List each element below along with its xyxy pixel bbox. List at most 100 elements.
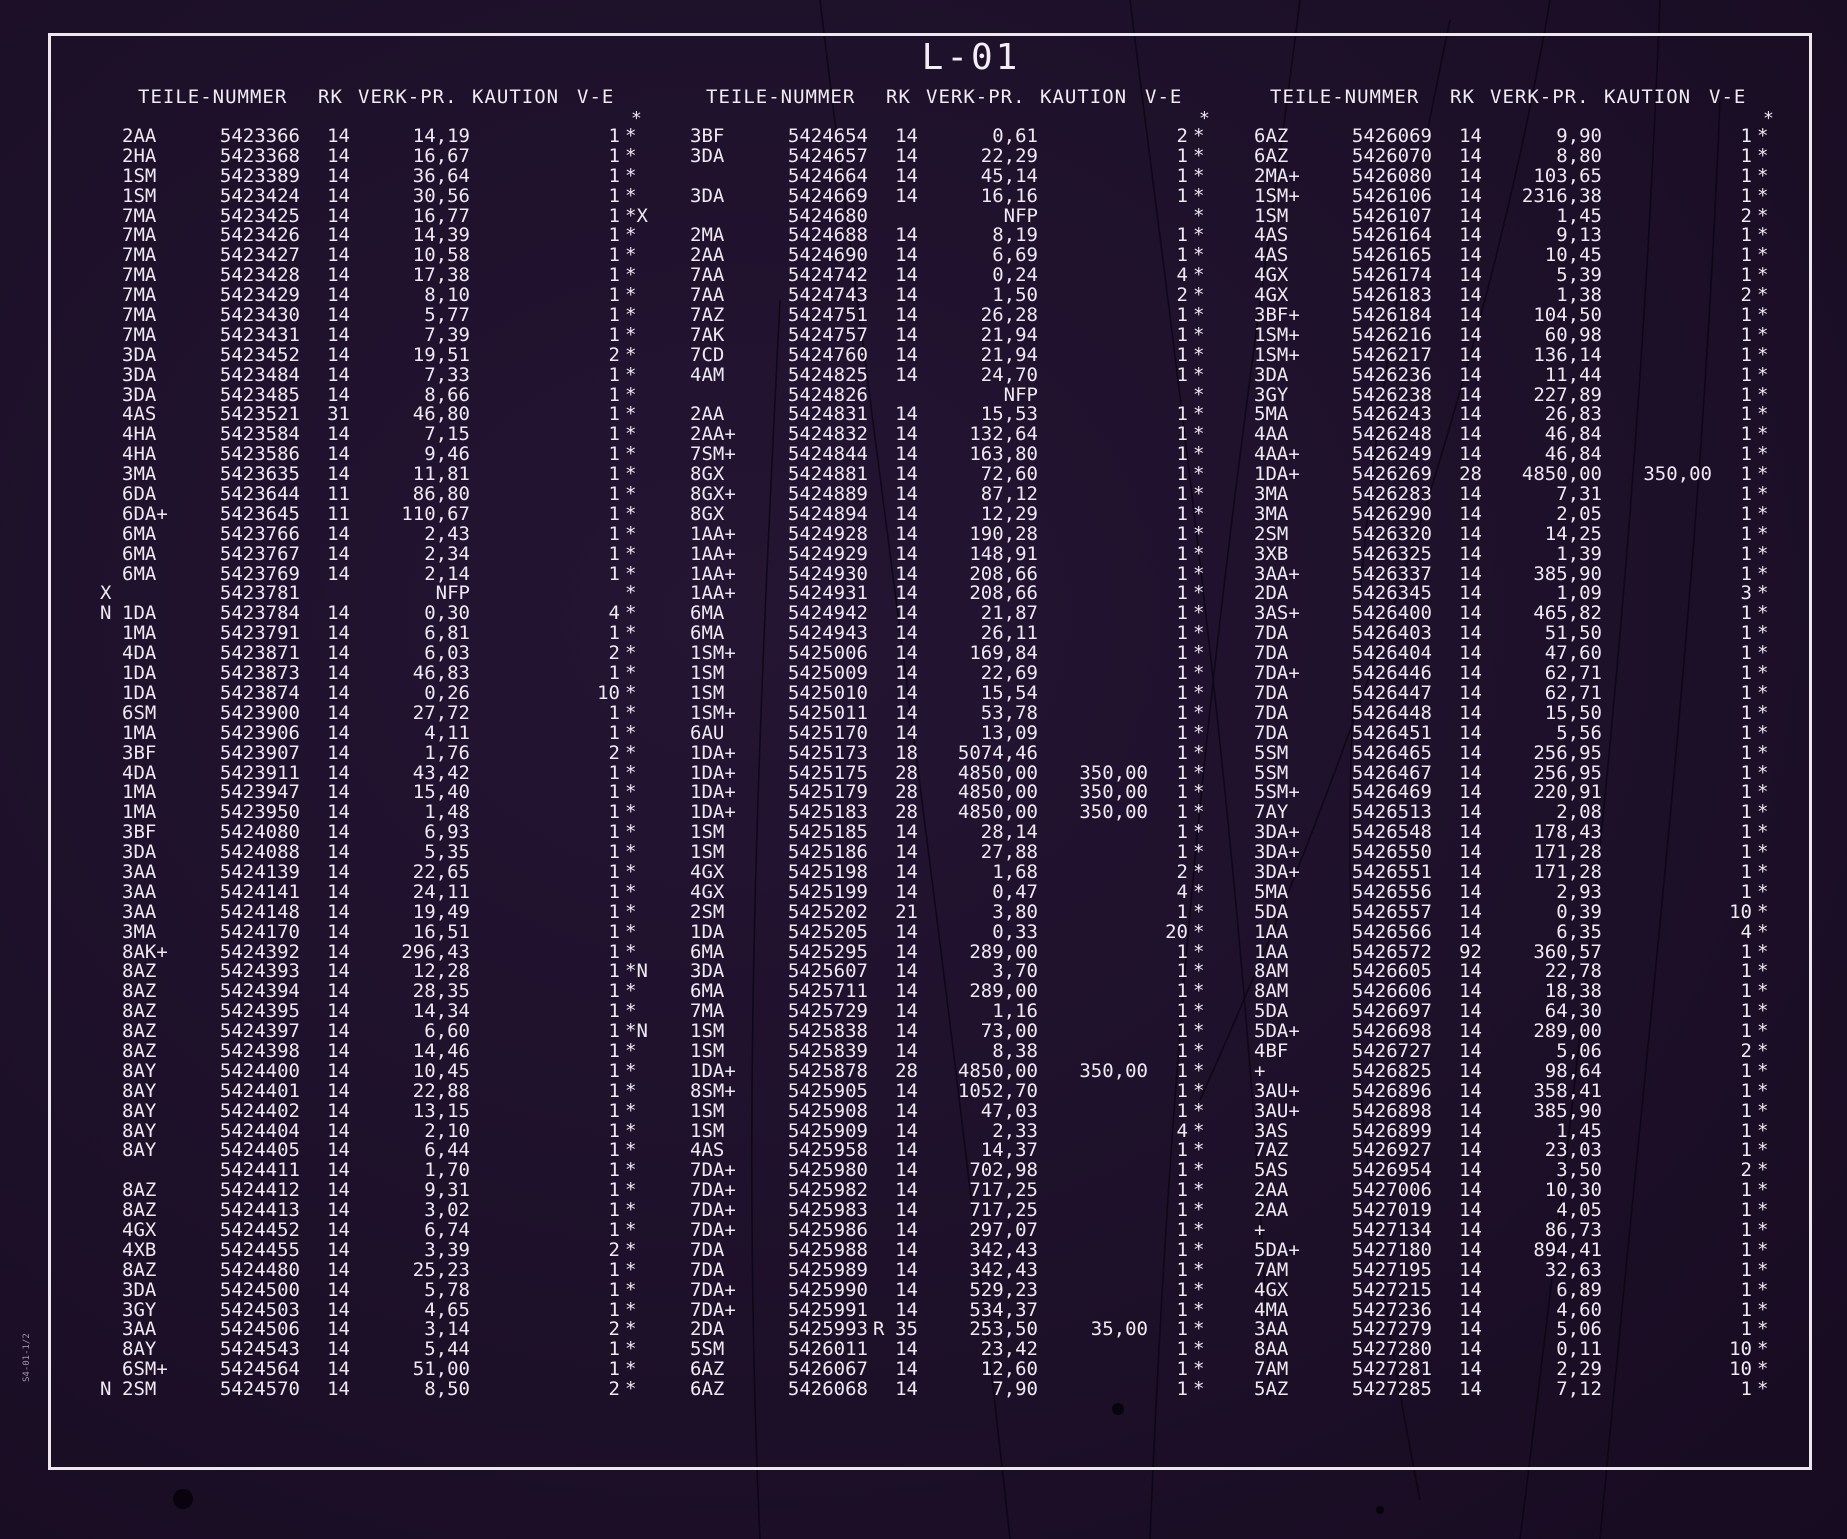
model-code: 3DA <box>122 383 157 406</box>
ve-quantity: 1 <box>1740 880 1752 903</box>
rk-value: 14 <box>1459 1099 1482 1122</box>
ve-quantity: 1 <box>1740 1298 1752 1321</box>
part-number: 5425295 <box>787 940 868 963</box>
sale-price: 4,65 <box>424 1298 470 1321</box>
rk-value: 14 <box>327 940 350 963</box>
model-code: 1DA <box>122 602 157 625</box>
star-marker: * <box>1193 264 1205 287</box>
model-code: 1MA <box>122 781 157 804</box>
ve-quantity: 1 <box>1176 343 1188 366</box>
sale-price: 22,78 <box>1544 960 1602 983</box>
star-marker: * <box>1193 642 1205 665</box>
sale-price: 8,66 <box>424 383 470 406</box>
model-code: 7AK <box>690 323 725 346</box>
sale-price: 16,77 <box>412 204 470 227</box>
sale-price: 14,37 <box>980 1139 1038 1162</box>
ve-quantity: 1 <box>1176 1199 1188 1222</box>
star-marker: * <box>625 662 637 685</box>
rk-value: 14 <box>1459 443 1482 466</box>
ve-quantity: 20 <box>1165 920 1188 943</box>
sale-price: 28,35 <box>412 980 470 1003</box>
sale-price: 8,50 <box>424 1378 470 1401</box>
ve-quantity: 1 <box>1176 1059 1188 1082</box>
star-marker: * <box>1757 1278 1769 1301</box>
rk-value: 14 <box>895 463 918 486</box>
model-code: 2AA+ <box>690 423 736 446</box>
sale-price: 6,93 <box>424 821 470 844</box>
star-marker: * <box>1193 542 1205 565</box>
sale-price: 1,76 <box>424 741 470 764</box>
sale-price: 0,39 <box>1556 900 1602 923</box>
sale-price: 169,84 <box>969 642 1038 665</box>
rk-value: 14 <box>895 1099 918 1122</box>
model-code: 6AZ <box>1254 144 1289 167</box>
sale-price: 132,64 <box>969 423 1038 446</box>
star-marker: * <box>1193 801 1205 824</box>
model-code: 5SM+ <box>1254 781 1300 804</box>
ve-quantity: 1 <box>608 1099 620 1122</box>
star-marker: * <box>1757 1059 1769 1082</box>
star-marker: * <box>625 801 637 824</box>
rk-value: 14 <box>1459 1199 1482 1222</box>
model-code: 7SM+ <box>690 443 736 466</box>
ve-quantity: 1 <box>608 622 620 645</box>
model-code: 4XB <box>122 1238 157 1261</box>
rk-value: 14 <box>327 204 350 227</box>
sale-price: 16,16 <box>980 184 1038 207</box>
star-marker: * <box>625 721 637 744</box>
rk-value: 14 <box>895 662 918 685</box>
ve-quantity: 1 <box>1740 642 1752 665</box>
sale-price: 6,60 <box>424 1020 470 1043</box>
rk-value: 14 <box>327 1159 350 1182</box>
star-marker: * <box>1193 443 1205 466</box>
sale-price: 21,94 <box>980 343 1038 366</box>
model-code: 7DA+ <box>690 1298 736 1321</box>
star-marker: * <box>1757 502 1769 525</box>
sale-price: 2,05 <box>1556 502 1602 525</box>
ve-quantity: 1 <box>1740 860 1752 883</box>
part-number: 5424405 <box>219 1139 300 1162</box>
model-code: 3AA+ <box>1254 562 1300 585</box>
rk-value: 14 <box>327 1238 350 1261</box>
rk-value: 14 <box>1459 522 1482 545</box>
sale-price: 717,25 <box>969 1199 1038 1222</box>
model-code: 4AS <box>1254 224 1289 247</box>
star-marker: * <box>625 602 637 625</box>
part-number: 5426899 <box>1351 1119 1432 1142</box>
star-marker: * <box>1193 1298 1205 1321</box>
ve-quantity: 1 <box>1740 383 1752 406</box>
rk-value: 14 <box>1459 1278 1482 1301</box>
model-code: 1AA+ <box>690 582 736 605</box>
model-code: 8AM <box>1254 980 1289 1003</box>
part-number: 5425839 <box>787 1039 868 1062</box>
model-code: 4AS <box>122 403 157 426</box>
ve-quantity: 1 <box>608 920 620 943</box>
model-code: 3AS <box>1254 1119 1289 1142</box>
sale-price: 14,39 <box>412 224 470 247</box>
header-teile-nummer: TEILE-NUMMER <box>706 86 856 108</box>
sale-price: 342,43 <box>969 1238 1038 1261</box>
rk-value: 14 <box>1459 1079 1482 1102</box>
model-code: 1DA <box>690 920 725 943</box>
star-marker: * <box>1757 323 1769 346</box>
part-number: 5423586 <box>219 443 300 466</box>
model-code: 8GX <box>690 502 725 525</box>
part-number: 5423635 <box>219 463 300 486</box>
sale-price: 702,98 <box>969 1159 1038 1182</box>
sale-price: 21,87 <box>980 602 1038 625</box>
star-marker: * <box>1757 125 1769 147</box>
star-marker: * <box>1193 1159 1205 1182</box>
rk-value: 28 <box>895 801 918 824</box>
star-marker: * <box>1193 821 1205 844</box>
ve-quantity: 1 <box>608 860 620 883</box>
part-number: 5424400 <box>219 1059 300 1082</box>
star-marker: * <box>1757 622 1769 645</box>
rk-value: 14 <box>895 940 918 963</box>
star-marker: * <box>625 284 637 307</box>
sale-price: 15,54 <box>980 681 1038 704</box>
model-code: 7MA <box>122 204 157 227</box>
ve-quantity: 10 <box>1729 900 1752 923</box>
rk-value: 14 <box>895 164 918 187</box>
ve-quantity: 1 <box>1176 662 1188 685</box>
ve-quantity: 1 <box>1740 562 1752 585</box>
